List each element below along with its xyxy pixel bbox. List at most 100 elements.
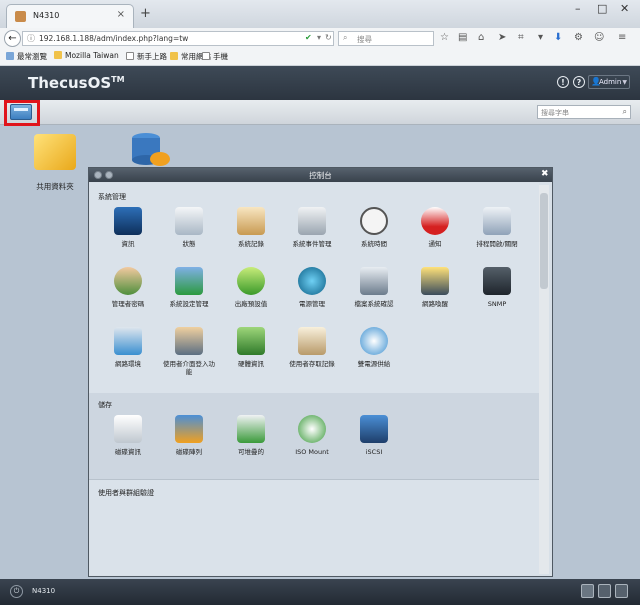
item-raid[interactable]: 磁碟陣列 <box>160 415 218 456</box>
window-title-bar[interactable]: 控制台 <box>89 168 552 182</box>
config-upload-icon <box>175 267 203 295</box>
item-label: 排程開啟/關閉 <box>476 240 518 248</box>
alert-icon[interactable]: ! <box>557 76 569 88</box>
item-event-management[interactable]: 系統事件管理 <box>283 207 341 248</box>
bookmark-label: 最常瀏覽 <box>17 52 47 61</box>
item-schedule-power[interactable]: 排程開啟/關閉 <box>468 207 526 248</box>
download-icon[interactable]: ⬇ <box>554 32 562 43</box>
help-icon[interactable]: ? <box>573 76 585 88</box>
item-wake-on-lan[interactable]: 網路喚醒 <box>406 267 464 308</box>
item-config-management[interactable]: 系統設定管理 <box>160 267 218 308</box>
item-notification[interactable]: 通知 <box>406 207 464 248</box>
item-power-management[interactable]: 電源管理 <box>283 267 341 308</box>
item-disk-info[interactable]: 磁碟資訊 <box>99 415 157 456</box>
events-icon <box>298 207 326 235</box>
app-logo-tm: TM <box>111 75 125 84</box>
app-logo-text: ThecusOS <box>28 74 112 92</box>
back-button[interactable]: ← <box>4 30 21 47</box>
item-stackable[interactable]: 可堆疊的 <box>222 415 280 456</box>
item-label: 雙電源供給 <box>357 360 391 368</box>
window-minimize-button[interactable]: – <box>575 2 581 15</box>
item-label: 磁碟陣列 <box>176 448 202 456</box>
bookmark-item[interactable]: Mozilla Taiwan <box>54 51 119 60</box>
item-label: 硬體資訊 <box>238 360 264 368</box>
window-close-button[interactable]: ✕ <box>620 2 629 15</box>
item-admin-password[interactable]: 管理者密碼 <box>99 267 157 308</box>
wake-lan-icon <box>421 267 449 295</box>
item-label: 系統設定管理 <box>169 300 209 308</box>
item-dual-power[interactable]: 雙電源供給 <box>345 327 403 368</box>
tab-close-icon[interactable]: × <box>117 9 125 20</box>
iso-disc-icon <box>298 415 326 443</box>
item-network-environment[interactable]: 網路環境 <box>99 327 157 368</box>
bookmark-item[interactable]: 手機 <box>202 51 228 62</box>
disk-status-icon[interactable] <box>598 584 611 598</box>
bookmark-item[interactable]: 新手上路 <box>126 51 167 62</box>
item-hardware-info[interactable]: 硬體資訊 <box>222 327 280 368</box>
new-tab-button[interactable]: + <box>140 6 151 21</box>
item-ui-login[interactable]: 使用者介面登入功能 <box>160 327 218 376</box>
browser-search-box[interactable]: ⌕ 搜尋 <box>338 31 434 46</box>
app-logo: ThecusOSTM <box>28 74 125 92</box>
window-minimize-icon[interactable] <box>94 171 102 179</box>
bookmark-label: Mozilla Taiwan <box>65 51 119 60</box>
scrollbar-thumb[interactable] <box>540 193 548 289</box>
menu-arrow-icon[interactable]: ▾ <box>538 32 543 43</box>
section-storage: 儲存 磁碟資訊 磁碟陣列 可堆疊的 ISO Mount iSCSI <box>89 393 539 479</box>
item-user-access-log[interactable]: 使用者存取記錄 <box>283 327 341 368</box>
search-placeholder: 搜尋 <box>357 35 372 44</box>
user-menu-button[interactable]: 👤 Admin ▼ <box>588 75 630 89</box>
status-magnifier-icon <box>175 207 203 235</box>
item-factory-default[interactable]: 出廠預設值 <box>222 267 280 308</box>
window-maximize-button[interactable]: □ <box>597 2 607 15</box>
item-status[interactable]: 狀態 <box>160 207 218 248</box>
bookmark-item[interactable]: 最常瀏覽 <box>6 51 47 62</box>
hardware-board-icon <box>237 327 265 355</box>
site-info-icon[interactable]: ⓘ <box>27 33 35 44</box>
item-info[interactable]: 資訊 <box>99 207 157 248</box>
item-label: 網路環境 <box>115 360 141 368</box>
item-label: 系統事件管理 <box>292 240 332 248</box>
user-name: Admin <box>599 78 622 86</box>
addon-gear-icon[interactable]: ⚙ <box>574 32 583 43</box>
item-iscsi[interactable]: iSCSI <box>345 415 403 456</box>
send-icon[interactable]: ➤ <box>498 32 506 43</box>
access-log-icon <box>298 327 326 355</box>
chat-icon[interactable]: ☺ <box>594 32 604 43</box>
item-system-log[interactable]: 系統記錄 <box>222 207 280 248</box>
keyword-search-input[interactable]: 搜尋字串 ⌕ <box>537 105 631 119</box>
taskbar-device-name: N4310 <box>32 587 56 595</box>
clock-icon <box>360 207 388 235</box>
dropdown-icon[interactable]: ▾ <box>317 33 321 42</box>
item-filesystem-check[interactable]: 檔案系統確認 <box>345 267 403 308</box>
bookmark-star-icon[interactable]: ☆ <box>440 32 449 43</box>
magnifier-icon[interactable]: ⌕ <box>623 107 627 117</box>
item-system-time[interactable]: 系統時間 <box>345 207 403 248</box>
home-icon[interactable]: ⌂ <box>478 32 484 43</box>
url-bar[interactable]: ⓘ 192.168.1.188/adm/index.php?lang=tw ✔ … <box>22 31 334 46</box>
dual-power-icon <box>360 327 388 355</box>
crop-icon[interactable]: ⌗ <box>518 32 524 43</box>
shared-folder-icon[interactable] <box>34 134 76 170</box>
bookmark-label: 新手上路 <box>137 52 167 61</box>
reload-icon[interactable]: ↻ <box>325 33 332 42</box>
tab-title: N4310 <box>33 11 60 20</box>
window-close-icon[interactable]: ✖ <box>541 169 549 179</box>
reading-list-icon[interactable]: ▤ <box>458 32 467 43</box>
window-maximize-icon[interactable] <box>105 171 113 179</box>
database-icon[interactable] <box>128 132 172 168</box>
hamburger-menu-icon[interactable]: ≡ <box>618 32 626 43</box>
storage-status-icon[interactable] <box>581 584 594 598</box>
info-monitor-icon <box>114 207 142 235</box>
start-power-icon[interactable]: ⏻ <box>10 585 23 598</box>
item-iso-mount[interactable]: ISO Mount <box>283 415 341 456</box>
raid-icon <box>175 415 203 443</box>
item-label: 磁碟資訊 <box>115 448 141 456</box>
item-snmp[interactable]: SNMP <box>468 267 526 308</box>
network-status-icon[interactable] <box>615 584 628 598</box>
admin-user-icon <box>114 267 142 295</box>
snmp-server-icon <box>483 267 511 295</box>
highlight-frame <box>4 100 40 126</box>
browser-tab[interactable]: N4310 × <box>6 4 134 28</box>
item-label: 系統時間 <box>361 240 387 248</box>
